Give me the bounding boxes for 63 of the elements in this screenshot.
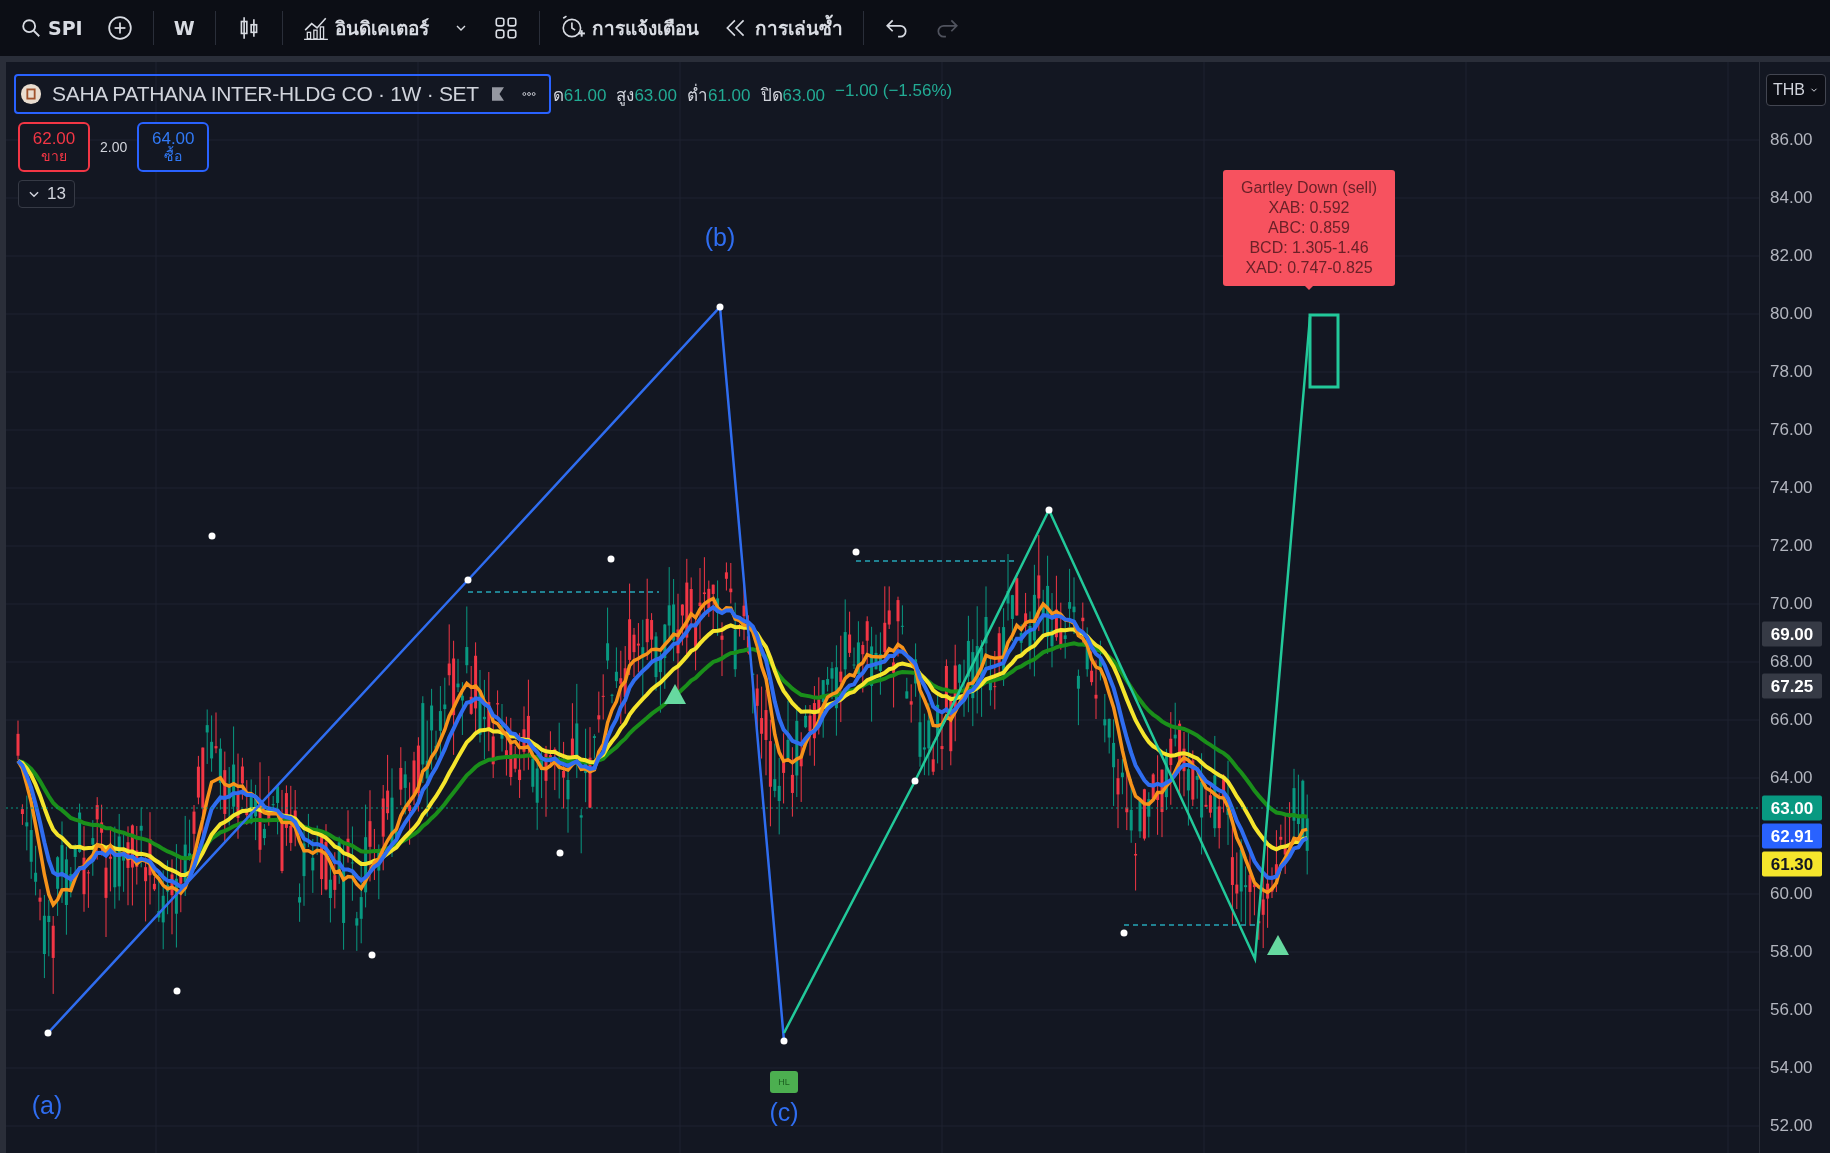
price-tick: 60.00 — [1770, 884, 1813, 904]
price-badge: 67.25 — [1762, 673, 1822, 699]
indicators-toggle[interactable]: 13 — [18, 180, 75, 208]
price-tick: 82.00 — [1770, 246, 1813, 266]
pivot-dot — [852, 548, 860, 556]
pivot-dot — [173, 987, 181, 995]
price-badge: 63.00 — [1762, 795, 1822, 821]
price-tick: 72.00 — [1770, 536, 1813, 556]
ohlc-value: ต่ำ61.00 — [686, 82, 751, 107]
sell-button[interactable]: 62.00 ขาย — [18, 122, 90, 172]
price-badge: 61.30 — [1762, 851, 1822, 877]
spread-value: 2.00 — [100, 139, 128, 155]
pivot-badge: HL — [770, 1071, 798, 1093]
plus-circle-icon — [106, 15, 133, 41]
wave-label: (a) — [31, 1090, 63, 1120]
price-tick: 54.00 — [1770, 1058, 1813, 1078]
price-badge: 62.91 — [1762, 823, 1822, 849]
price-tick: 58.00 — [1770, 942, 1813, 962]
price-tick: 64.00 — [1770, 768, 1813, 788]
pivot-dot — [911, 777, 919, 785]
price-tick: 56.00 — [1770, 1000, 1813, 1020]
price-tick: 70.00 — [1770, 594, 1813, 614]
symbol-logo-icon — [20, 83, 42, 105]
pivot-dot — [556, 849, 564, 857]
symbol-title: SAHA PATHANA INTER-HLDG CO · 1W · SET — [52, 82, 479, 106]
indicators-button[interactable]: อินดิเคเตอร์ — [294, 8, 477, 48]
symbol-legend[interactable]: SAHA PATHANA INTER-HLDG CO · 1W · SET — [14, 74, 551, 114]
ohlc-value: ปิด63.00 — [760, 84, 826, 107]
price-tick: 76.00 — [1770, 420, 1813, 440]
search-icon — [20, 17, 42, 39]
price-tick: 68.00 — [1770, 652, 1813, 672]
chart-bars-icon — [302, 15, 329, 41]
pivot-dot — [780, 1037, 788, 1045]
price-change: −1.00 (−1.56%) — [835, 80, 953, 102]
wave-label: (b) — [704, 222, 736, 252]
triangle-marker — [1267, 935, 1289, 955]
price-tick: 52.00 — [1770, 1116, 1813, 1136]
currency-button[interactable]: THB — [1766, 74, 1826, 106]
price-tick: 86.00 — [1770, 130, 1813, 150]
price-tick: 78.00 — [1770, 362, 1813, 382]
pivot-dot — [1120, 929, 1128, 937]
pivot-dot — [464, 576, 472, 584]
price-tick: 66.00 — [1770, 710, 1813, 730]
price-tick: 74.00 — [1770, 478, 1813, 498]
symbol-search-button[interactable]: SPI — [12, 8, 91, 48]
interval-button[interactable]: W — [165, 8, 203, 48]
price-tick: 80.00 — [1770, 304, 1813, 324]
pivot-dot — [607, 555, 615, 563]
alert-button[interactable]: การแจ้งเตือน — [551, 8, 707, 48]
ohlc-value: ด61.00 — [552, 84, 607, 107]
price-badge: 69.00 — [1762, 621, 1822, 647]
pivot-dot — [44, 1029, 52, 1037]
ohlc-value: สูง63.00 — [616, 84, 677, 108]
buy-button[interactable]: 64.00 ซื้อ — [137, 122, 210, 172]
pivot-dot — [716, 303, 724, 311]
pivot-dot — [208, 532, 216, 540]
pivot-dot — [1045, 506, 1053, 514]
pivot-dot — [368, 951, 376, 959]
triangle-marker — [664, 684, 686, 704]
wave-label: (c) — [769, 1097, 799, 1127]
grid-icon — [492, 15, 519, 41]
replay-button[interactable]: การเล่นซ้ำ — [714, 8, 851, 48]
price-tick: 84.00 — [1770, 188, 1813, 208]
